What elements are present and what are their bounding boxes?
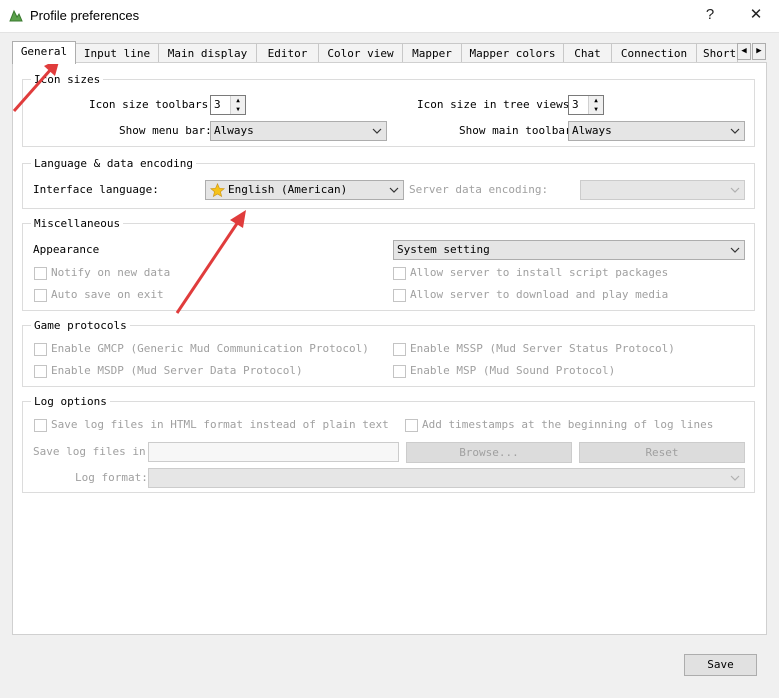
icon-size-tree-value: 3 (572, 98, 579, 111)
notify-checkbox[interactable] (34, 267, 47, 280)
html-format-checkbox[interactable] (34, 419, 47, 432)
chevron-down-icon (730, 247, 740, 253)
allow-scripts-label: Allow server to install script packages (410, 266, 669, 279)
msdp-label: Enable MSDP (Mud Server Data Protocol) (51, 364, 303, 377)
chevron-down-icon (730, 128, 740, 134)
icon-size-tree-label: Icon size in tree views: (417, 98, 576, 111)
tab-mapper[interactable]: Mapper (402, 43, 462, 62)
app-icon (9, 9, 23, 22)
show-menu-bar-select[interactable]: Always (210, 121, 387, 141)
appearance-label: Appearance (33, 243, 100, 256)
show-menu-bar-label: Show menu bar: (119, 124, 212, 137)
protocols-title: Game protocols (31, 319, 130, 332)
misc-title: Miscellaneous (31, 217, 124, 230)
close-button[interactable]: ✕ (736, 2, 776, 28)
icon-size-toolbars-label: Icon size toolbars: (89, 98, 215, 111)
tab-shortcuts[interactable]: Short (696, 43, 738, 62)
notify-label: Notify on new data (51, 266, 171, 279)
log-path-field[interactable] (148, 442, 399, 462)
tab-bar: General Input line Main display Editor C… (12, 41, 767, 64)
tab-editor[interactable]: Editor (256, 43, 319, 62)
server-encoding-select[interactable] (580, 180, 745, 200)
mssp-checkbox[interactable] (393, 343, 406, 356)
show-main-toolbar-value: Always (572, 124, 612, 137)
reset-button[interactable]: Reset (579, 442, 745, 463)
html-format-label: Save log files in HTML format instead of… (51, 418, 389, 431)
log-format-select[interactable] (148, 468, 745, 488)
msp-label: Enable MSP (Mud Sound Protocol) (410, 364, 616, 377)
chevron-down-icon (730, 475, 740, 481)
server-encoding-label: Server data encoding: (409, 183, 549, 196)
save-in-label: Save log files in: (33, 445, 153, 458)
timestamps-label: Add timestamps at the beginning of log l… (422, 418, 714, 431)
language-group: Language & data encoding Interface langu… (22, 157, 755, 209)
spin-down-icon[interactable]: ▼ (589, 105, 603, 114)
browse-button[interactable]: Browse... (406, 442, 572, 463)
show-main-toolbar-label: Show main toolbar (459, 124, 572, 137)
tab-main-display[interactable]: Main display (158, 43, 257, 62)
allow-media-checkbox[interactable] (393, 289, 406, 302)
spin-up-icon[interactable]: ▲ (231, 96, 245, 105)
log-title: Log options (31, 395, 110, 408)
spin-up-icon[interactable]: ▲ (589, 96, 603, 105)
tab-general[interactable]: General (12, 41, 76, 64)
appearance-select[interactable]: System setting (393, 240, 745, 260)
interface-language-value: English (American) (228, 183, 348, 196)
msdp-checkbox[interactable] (34, 365, 47, 378)
chevron-down-icon (372, 128, 382, 134)
icon-size-toolbars-spinbox[interactable]: 3 ▲ ▼ (210, 95, 246, 115)
icon-size-tree-spinbox[interactable]: 3 ▲ ▼ (568, 95, 604, 115)
misc-group: Miscellaneous Appearance System setting … (22, 217, 755, 311)
gmcp-label: Enable GMCP (Generic Mud Communication P… (51, 342, 369, 355)
tab-scroll-right-icon[interactable]: ▶ (752, 43, 766, 60)
tab-mapper-colors[interactable]: Mapper colors (461, 43, 564, 62)
allow-scripts-checkbox[interactable] (393, 267, 406, 280)
general-panel: Icon sizes Icon size toolbars: 3 ▲ ▼ Icon… (12, 62, 767, 635)
interface-language-label: Interface language: (33, 183, 159, 196)
tab-input-line[interactable]: Input line (75, 43, 159, 62)
protocols-group: Game protocols Enable GMCP (Generic Mud … (22, 319, 755, 387)
log-group: Log options Save log files in HTML forma… (22, 395, 755, 493)
gmcp-checkbox[interactable] (34, 343, 47, 356)
appearance-value: System setting (397, 243, 490, 256)
log-format-label: Log format: (75, 471, 148, 484)
autosave-checkbox[interactable] (34, 289, 47, 302)
help-button[interactable]: ? (690, 2, 730, 28)
spin-down-icon[interactable]: ▼ (231, 105, 245, 114)
title-bar: Profile preferences ? ✕ (0, 0, 779, 33)
chevron-down-icon (730, 187, 740, 193)
star-icon (210, 183, 225, 198)
tab-color-view[interactable]: Color view (318, 43, 403, 62)
save-button[interactable]: Save (684, 654, 757, 676)
icon-size-toolbars-value: 3 (214, 98, 221, 111)
autosave-label: Auto save on exit (51, 288, 164, 301)
allow-media-label: Allow server to download and play media (410, 288, 669, 301)
tab-connection[interactable]: Connection (611, 43, 697, 62)
chevron-down-icon (389, 187, 399, 193)
tab-scroll-left-icon[interactable]: ◀ (737, 43, 751, 60)
icon-sizes-title: Icon sizes (31, 73, 104, 86)
msp-checkbox[interactable] (393, 365, 406, 378)
interface-language-select[interactable]: English (American) (205, 180, 404, 200)
show-menu-bar-value: Always (214, 124, 254, 137)
timestamps-checkbox[interactable] (405, 419, 418, 432)
tab-chat[interactable]: Chat (563, 43, 612, 62)
icon-sizes-group: Icon sizes Icon size toolbars: 3 ▲ ▼ Icon… (22, 73, 755, 147)
window-title: Profile preferences (30, 8, 140, 23)
language-title: Language & data encoding (31, 157, 196, 170)
mssp-label: Enable MSSP (Mud Server Status Protocol) (410, 342, 675, 355)
show-main-toolbar-select[interactable]: Always (568, 121, 745, 141)
